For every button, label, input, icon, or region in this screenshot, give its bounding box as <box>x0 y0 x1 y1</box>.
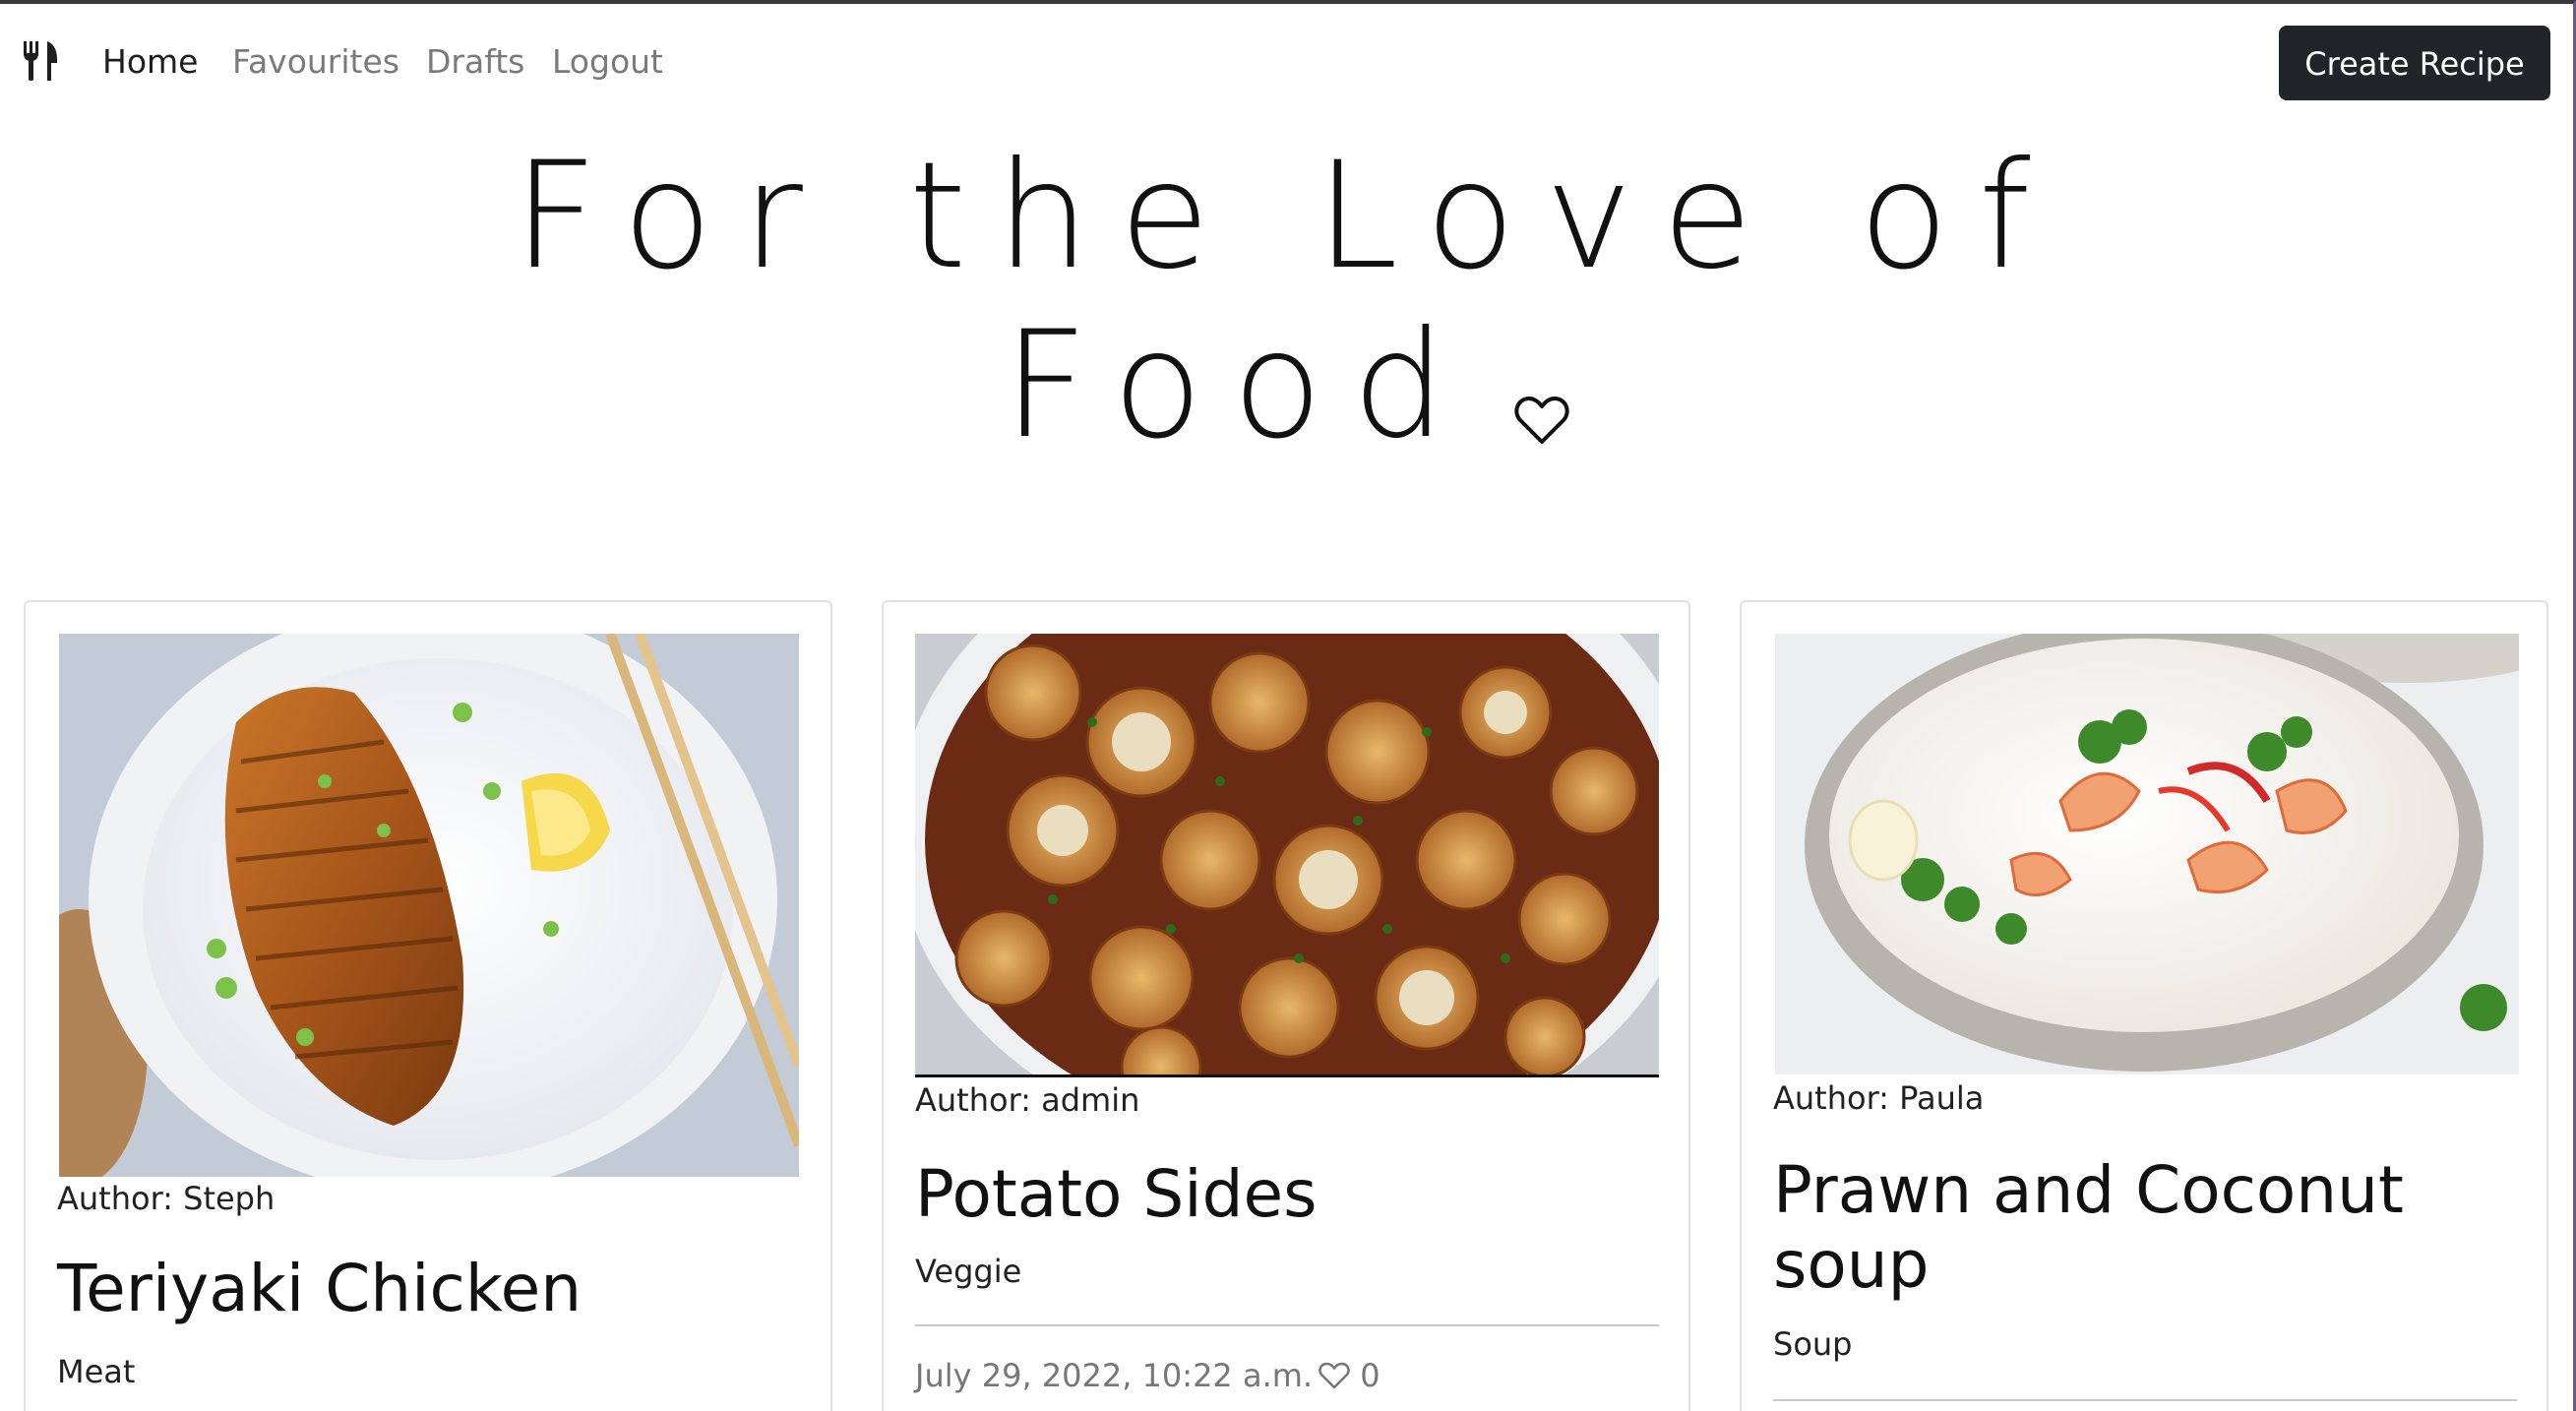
recipe-author: Author: Paula <box>1773 1079 1985 1117</box>
recipe-category: Meat <box>57 1353 136 1390</box>
teriyaki-chicken-image[interactable] <box>59 634 799 1177</box>
recipe-like-count: 0 <box>1360 1357 1380 1394</box>
recipe-author: Author: admin <box>915 1081 1140 1119</box>
recipe-category: Soup <box>1773 1325 1853 1363</box>
recipe-card[interactable]: Author: admin Potato Sides Veggie July 2… <box>882 600 1690 1411</box>
card-divider <box>915 1324 1659 1326</box>
recipe-card[interactable]: Author: Steph Teriyaki Chicken Meat <box>24 600 832 1411</box>
nav-favourites-link[interactable]: Favourites <box>232 39 399 85</box>
navbar: Home Favourites Drafts Logout Create Rec… <box>0 4 2573 114</box>
hero-title-line-1: For the Love of <box>513 131 2060 302</box>
recipe-meta: July 29, 2022, 10:22 a.m. 0 <box>915 1356 1380 1395</box>
nav-logout-link[interactable]: Logout <box>552 39 663 85</box>
recipe-date: July 29, 2022, 10:22 a.m. <box>915 1357 1314 1394</box>
create-recipe-button[interactable]: Create Recipe <box>2279 26 2550 100</box>
heart-outline-icon[interactable] <box>1319 1360 1350 1389</box>
page: Home Favourites Drafts Logout Create Rec… <box>0 0 2576 1411</box>
recipe-title[interactable]: Potato Sides <box>915 1157 1663 1232</box>
recipe-title[interactable]: Prawn and Coconut soup <box>1773 1153 2521 1303</box>
prawn-coconut-soup-image[interactable] <box>1775 634 2519 1074</box>
heart-outline-icon <box>1514 311 1569 444</box>
recipe-category: Veggie <box>915 1253 1022 1290</box>
nav-drafts-link[interactable]: Drafts <box>426 39 524 85</box>
recipe-card[interactable]: Author: Paula Prawn and Coconut soup Sou… <box>1740 600 2548 1411</box>
nav-home-link[interactable]: Home <box>102 39 198 85</box>
recipe-title[interactable]: Teriyaki Chicken <box>57 1252 805 1326</box>
hero-title-line-2-wrapper: Food <box>0 301 2573 470</box>
recipe-author: Author: Steph <box>57 1180 276 1217</box>
hero-heading: For the Love of Food <box>0 132 2573 470</box>
potato-sides-image[interactable] <box>915 634 1659 1077</box>
card-divider <box>1773 1399 2517 1401</box>
hero-title-line-2: Food <box>1003 300 1476 471</box>
fork-knife-icon[interactable] <box>22 39 61 83</box>
